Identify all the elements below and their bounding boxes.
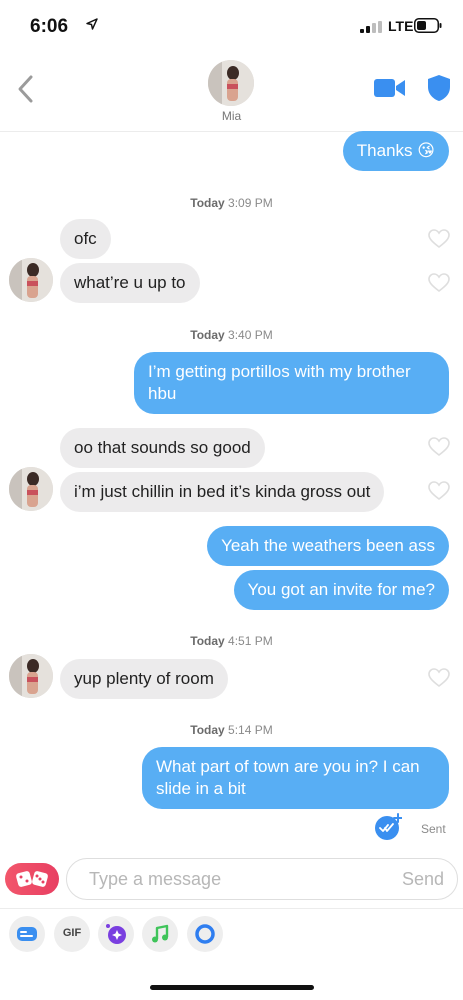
contact-name[interactable]: Mia [0, 109, 463, 123]
video-call-icon[interactable] [374, 78, 406, 98]
network-label: LTE [388, 18, 414, 34]
status-time: 6:06 [30, 16, 69, 37]
sparkle-button[interactable] [98, 916, 134, 952]
avatar[interactable] [9, 258, 53, 302]
timestamp: Today 5:14 PM [190, 723, 273, 737]
sticker-button[interactable] [9, 916, 45, 952]
message-bubble-sent[interactable]: Yeah the weathers been ass [207, 526, 449, 566]
signal-icon [360, 21, 382, 33]
music-button[interactable] [142, 916, 178, 952]
chat-header: Mia [0, 52, 463, 132]
delivery-status: Sent [421, 822, 446, 836]
music-icon [152, 924, 169, 943]
message-bubble-sent[interactable]: You got an invite for me? [233, 570, 449, 610]
timestamp: Today 3:40 PM [190, 328, 273, 342]
heart-icon[interactable] [428, 481, 450, 501]
heart-icon[interactable] [428, 437, 450, 457]
sparkle-icon [106, 924, 126, 944]
message-bubble-received[interactable]: oo that sounds so good [60, 428, 265, 468]
heart-icon[interactable] [428, 229, 450, 249]
message-bubble-sent[interactable]: What part of town are you in? I can slid… [142, 747, 449, 809]
message-bubble-received[interactable]: what’re u up to [60, 263, 200, 303]
timestamp: Today 3:09 PM [190, 196, 273, 210]
circle-icon [195, 924, 215, 944]
dice-icon [16, 871, 48, 887]
send-button[interactable]: Send [402, 869, 444, 890]
timestamp: Today 4:51 PM [190, 634, 273, 648]
message-bubble-received[interactable]: i’m just chillin in bed it’s kinda gross… [60, 472, 385, 512]
message-bubble-received[interactable]: ofc [60, 219, 111, 259]
circle-button[interactable] [187, 916, 223, 952]
battery-icon [414, 18, 442, 33]
message-input[interactable]: Type a message Send [66, 858, 458, 900]
message-bubble-sent[interactable]: Thanks 😘 [342, 131, 449, 171]
location-arrow-icon [86, 18, 98, 30]
home-indicator [150, 985, 314, 990]
gif-icon: GIF [62, 927, 82, 939]
message-bubble-received[interactable]: yup plenty of room [60, 659, 228, 699]
sticker-icon [17, 927, 37, 941]
back-chevron-icon[interactable] [16, 74, 36, 104]
double-check-icon [375, 813, 402, 840]
message-input-placeholder: Type a message [89, 869, 222, 889]
avatar[interactable] [9, 467, 53, 511]
shield-icon[interactable] [427, 74, 451, 102]
contact-avatar[interactable] [208, 60, 254, 106]
message-bubble-sent[interactable]: I’m getting portillos with my brother hb… [134, 352, 449, 414]
media-toolbar: GIF [0, 916, 463, 956]
gif-button[interactable]: GIF [54, 916, 90, 952]
dice-button[interactable] [5, 863, 59, 895]
heart-icon[interactable] [428, 668, 450, 688]
heart-icon[interactable] [428, 273, 450, 293]
status-bar: 6:06 LTE [0, 0, 463, 52]
avatar[interactable] [9, 654, 53, 698]
composer: Type a message Send [0, 858, 463, 904]
divider [0, 908, 463, 909]
